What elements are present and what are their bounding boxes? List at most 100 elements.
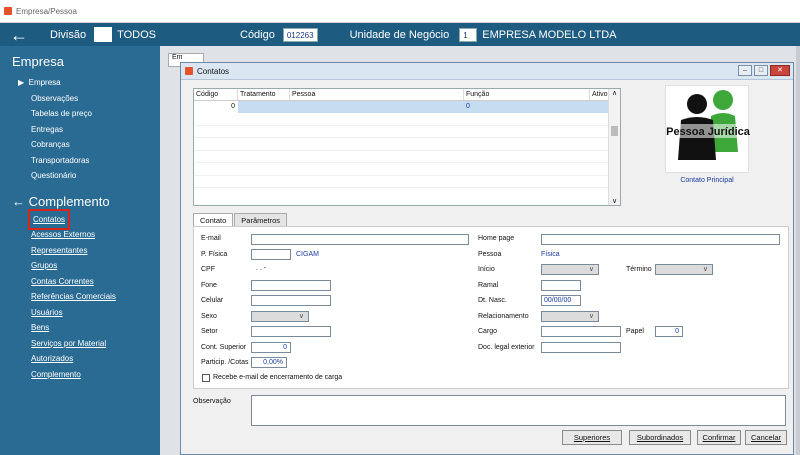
chevron-down-icon: ∨ bbox=[588, 266, 594, 273]
homepage-field[interactable] bbox=[541, 234, 780, 245]
sidebar-item-transportadoras[interactable]: Transportadoras bbox=[31, 153, 160, 169]
celular-label: Celular bbox=[201, 297, 224, 304]
sidebar-link-acessos[interactable]: Acessos Externos bbox=[31, 227, 160, 243]
codigo-field[interactable]: 012263 bbox=[282, 27, 318, 42]
close-icon[interactable]: ✕ bbox=[770, 65, 790, 76]
pfisica-value: CIGAM bbox=[296, 251, 319, 258]
inicio-label: Início bbox=[478, 266, 495, 273]
col-pessoa[interactable]: Pessoa bbox=[290, 89, 464, 100]
sidebar-link-complemento[interactable]: Complemento bbox=[31, 367, 160, 383]
celular-field[interactable] bbox=[251, 295, 331, 306]
cpf-value[interactable]: . . - bbox=[256, 265, 266, 272]
scroll-up-icon[interactable]: ∧ bbox=[609, 89, 620, 97]
relacionamento-label: Relacionamento bbox=[478, 313, 529, 320]
pessoa-value: Física bbox=[541, 251, 560, 258]
recebe-email-label: Recebe e-mail de encerramento de carga bbox=[213, 374, 343, 381]
recebe-email-checkbox[interactable] bbox=[202, 374, 210, 382]
form-panel: E-mail Home page P. Física CIGAM Pessoa … bbox=[193, 226, 789, 389]
particip-field[interactable]: 0,00% bbox=[251, 357, 287, 368]
superiores-button[interactable]: Superiores bbox=[562, 430, 622, 445]
sidebar: Empresa ▶ Empresa Observações Tabelas de… bbox=[0, 46, 160, 455]
cargo-field[interactable] bbox=[541, 326, 621, 337]
cell-funcao[interactable]: 0 bbox=[464, 101, 590, 113]
doclegal-field[interactable] bbox=[541, 342, 621, 353]
unidade-code-field[interactable]: 1 bbox=[459, 27, 478, 42]
sidebar-link-usuarios[interactable]: Usuários bbox=[31, 305, 160, 321]
setor-field[interactable] bbox=[251, 326, 331, 337]
cell-codigo[interactable]: 0 bbox=[194, 101, 238, 113]
sidebar-item-observacoes[interactable]: Observações bbox=[31, 91, 160, 107]
sidebar-item-cobrancas[interactable]: Cobranças bbox=[31, 137, 160, 153]
col-ativo[interactable]: Ativo bbox=[590, 89, 610, 100]
sidebar-section-empresa: Empresa bbox=[12, 54, 65, 69]
sidebar-item-tabelas[interactable]: Tabelas de preço bbox=[31, 106, 160, 122]
sidebar-link-contatos[interactable]: Contatos bbox=[27, 208, 71, 230]
col-tratamento[interactable]: Tratamento bbox=[238, 89, 290, 100]
contatos-dialog: Contatos – □ ✕ Código Tratamento Pessoa … bbox=[180, 62, 794, 455]
ramal-label: Ramal bbox=[478, 282, 499, 289]
table-row[interactable]: 0 0 bbox=[194, 101, 620, 113]
grid-scrollbar[interactable]: ∧ ∨ bbox=[608, 89, 620, 205]
scroll-down-icon[interactable]: ∨ bbox=[609, 197, 620, 205]
sexo-select[interactable]: ∨ bbox=[251, 311, 309, 322]
sidebar-section-complemento[interactable]: ← Complemento bbox=[12, 194, 160, 209]
unidade-label: Unidade de Negócio bbox=[349, 28, 450, 41]
sidebar-item-empresa[interactable]: ▶ Empresa bbox=[18, 75, 160, 91]
cpf-label: CPF bbox=[201, 266, 215, 273]
sidebar-link-servicos[interactable]: Serviços por Material bbox=[31, 336, 160, 352]
observacao-field[interactable] bbox=[251, 395, 786, 426]
contsuperior-field[interactable]: 0 bbox=[251, 342, 291, 353]
contact-photo[interactable]: Pessoa Jurídica bbox=[665, 85, 751, 173]
codigo-label: Código bbox=[240, 28, 275, 41]
email-label: E-mail bbox=[201, 235, 221, 242]
sidebar-link-representantes[interactable]: Representantes bbox=[31, 243, 160, 259]
relacionamento-select[interactable]: ∨ bbox=[541, 311, 599, 322]
papel-field[interactable]: 0 bbox=[655, 326, 683, 337]
divisao-label: Divisão bbox=[50, 28, 87, 41]
fone-field[interactable] bbox=[251, 280, 331, 291]
observacao-label: Observação bbox=[193, 398, 231, 405]
particip-label: Particip. /Cotas bbox=[201, 359, 249, 366]
sidebar-item-questionario[interactable]: Questionário bbox=[31, 168, 160, 184]
papel-label: Papel bbox=[626, 328, 644, 335]
sidebar-link-referencias[interactable]: Referências Comerciais bbox=[31, 289, 160, 305]
subordinados-button[interactable]: Subordinados bbox=[629, 430, 691, 445]
sidebar-link-autorizados[interactable]: Autorizados bbox=[31, 351, 160, 367]
top-bar: ← Divisão TODOS Código 012263 Unidade de… bbox=[0, 23, 800, 46]
sidebar-link-contas[interactable]: Contas Correntes bbox=[31, 274, 160, 290]
chevron-down-icon: ∨ bbox=[588, 313, 594, 320]
cargo-label: Cargo bbox=[478, 328, 498, 335]
confirmar-button[interactable]: Confirmar bbox=[697, 430, 741, 445]
inicio-select[interactable]: ∨ bbox=[541, 264, 599, 275]
form-tabs: Contato Parâmetros bbox=[193, 213, 288, 227]
cancelar-button[interactable]: Cancelar bbox=[745, 430, 787, 445]
tab-contato[interactable]: Contato bbox=[193, 213, 234, 227]
sidebar-link-bens[interactable]: Bens bbox=[31, 320, 160, 336]
col-codigo[interactable]: Código bbox=[194, 89, 238, 100]
photo-caption: Contato Principal bbox=[680, 177, 734, 184]
sidebar-link-grupos[interactable]: Grupos bbox=[31, 258, 160, 274]
maximize-icon[interactable]: □ bbox=[754, 65, 768, 76]
ramal-field[interactable] bbox=[541, 280, 581, 291]
pfisica-label: P. Física bbox=[201, 251, 228, 258]
dtnasc-field[interactable]: 00/00/00 bbox=[541, 295, 581, 306]
email-field[interactable] bbox=[251, 234, 469, 245]
pfisica-field[interactable] bbox=[251, 249, 291, 260]
background-strip bbox=[796, 46, 800, 455]
chevron-down-icon: ∨ bbox=[298, 313, 304, 320]
divisao-field[interactable] bbox=[94, 27, 113, 42]
scroll-thumb[interactable] bbox=[611, 126, 618, 136]
minimize-icon[interactable]: – bbox=[738, 65, 752, 76]
sidebar-item-entregas[interactable]: Entregas bbox=[31, 122, 160, 138]
back-arrow-icon[interactable]: ← bbox=[10, 26, 32, 44]
window-title: Empresa/Pessoa bbox=[16, 6, 77, 16]
unidade-name: EMPRESA MODELO LTDA bbox=[482, 28, 617, 41]
fone-label: Fone bbox=[201, 282, 217, 289]
col-funcao[interactable]: Função bbox=[464, 89, 590, 100]
dialog-title: Contatos bbox=[197, 66, 230, 76]
termino-select[interactable]: ∨ bbox=[655, 264, 713, 275]
tab-parametros[interactable]: Parâmetros bbox=[234, 213, 288, 227]
chevron-down-icon: ∨ bbox=[702, 266, 708, 273]
dtnasc-label: Dt. Nasc. bbox=[478, 297, 507, 304]
termino-label: Término bbox=[626, 266, 652, 273]
